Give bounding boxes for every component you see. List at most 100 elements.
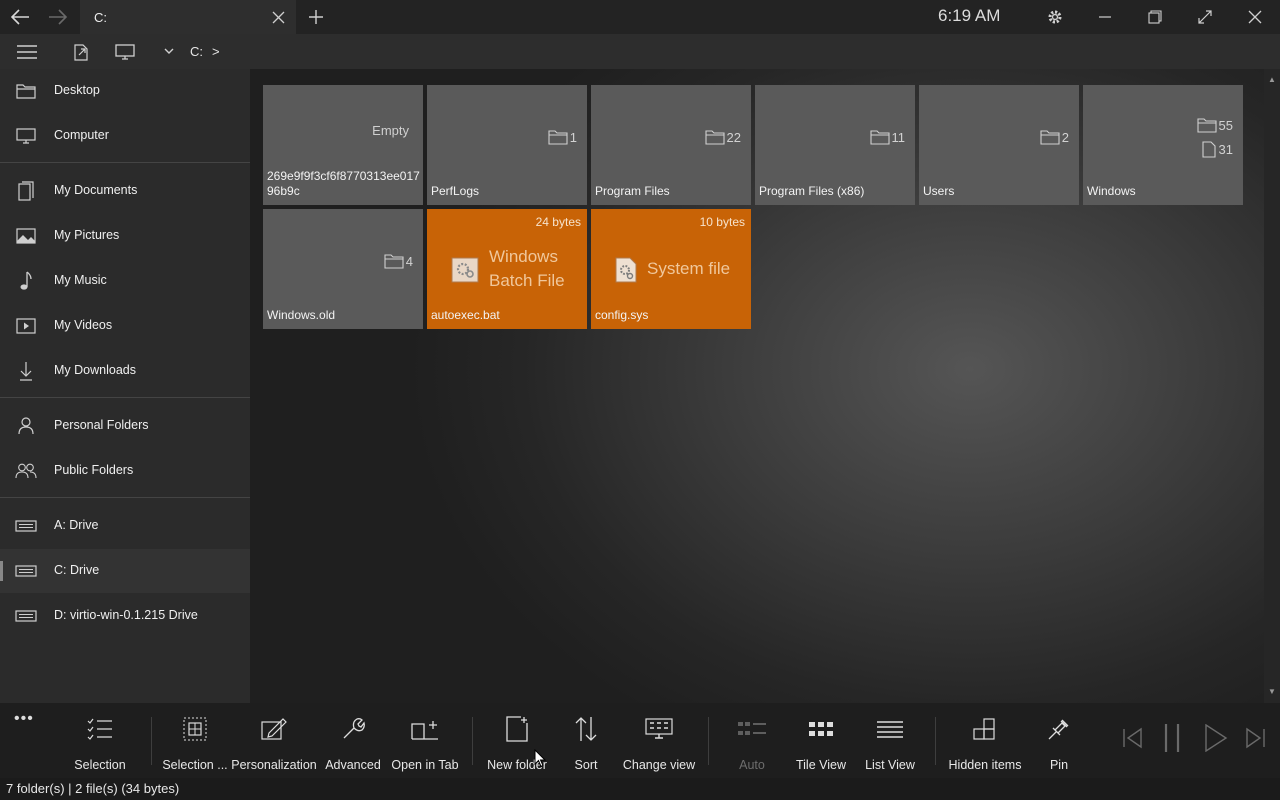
auto-view-label: Auto (739, 758, 765, 772)
change-view-button[interactable]: Change view (620, 703, 698, 778)
close-tab-icon[interactable] (260, 0, 296, 34)
sidebar-item-public-folders[interactable]: Public Folders (0, 449, 250, 493)
personalization-label: Personalization (231, 758, 317, 772)
hidden-items-button[interactable]: Hidden items (946, 703, 1024, 778)
folder-icon (384, 254, 404, 269)
play-icon[interactable] (1196, 723, 1236, 753)
folder-tile[interactable]: 4 Windows.old (263, 209, 423, 329)
appbar-divider (708, 717, 709, 765)
tile-name: Windows.old (267, 308, 336, 322)
sidebar-item-my-pictures[interactable]: My Pictures (0, 214, 250, 258)
chevron-down-icon[interactable] (152, 34, 186, 69)
wrench-icon (338, 716, 368, 742)
minimize-icon[interactable] (1085, 0, 1125, 34)
open-location-icon[interactable] (64, 34, 98, 69)
computer-nav-icon[interactable] (108, 34, 142, 69)
breadcrumb-drive[interactable]: C: (190, 44, 203, 59)
pin-button[interactable]: Pin (1036, 703, 1082, 778)
tile-view-label: Tile View (795, 758, 847, 772)
tile-name: 269e9f9f3cf6f8770313ee01796b9c (267, 169, 420, 198)
folder-icon (548, 130, 568, 145)
file-tile[interactable]: 24 bytes Windows Batch File autoexec.bat (427, 209, 587, 329)
folder-tile[interactable]: 11 Program Files (x86) (755, 85, 915, 205)
auto-view-button[interactable]: Auto (726, 703, 778, 778)
sidebar-item-label: C: Drive (54, 563, 100, 577)
batch-file-icon (451, 257, 479, 283)
sidebar-item-personal-folders[interactable]: Personal Folders (0, 404, 250, 448)
settings-icon[interactable] (1035, 0, 1075, 34)
sidebar-item-a-drive[interactable]: A: Drive (0, 504, 250, 548)
selection-grid-icon (180, 716, 210, 742)
system-file-icon (615, 257, 637, 283)
close-window-icon[interactable] (1235, 0, 1275, 34)
new-folder-icon (502, 716, 532, 742)
forward-icon[interactable] (38, 0, 78, 34)
sidebar-item-d-drive[interactable]: D: virtio-win-0.1.215 Drive (0, 594, 250, 638)
folder-tile[interactable]: 2 Users (919, 85, 1079, 205)
tab-c-drive[interactable]: C: (80, 0, 296, 34)
sidebar-item-my-videos[interactable]: My Videos (0, 304, 250, 348)
new-tab-icon[interactable] (296, 0, 336, 34)
sidebar-item-label: Public Folders (54, 463, 134, 477)
tile-name: Program Files (x86) (759, 184, 865, 198)
folder-icon (704, 130, 725, 145)
file-grid: Empty 269e9f9f3cf6f8770313ee01796b9c 1 P… (250, 69, 1280, 703)
folder-count: 4 (384, 254, 413, 269)
skip-next-icon[interactable] (1236, 723, 1276, 753)
tile-name: Program Files (595, 184, 670, 198)
open-in-tab-button[interactable]: Open in Tab (390, 703, 460, 778)
folder-tile[interactable]: 22 Program Files (591, 85, 751, 205)
folder-tile[interactable]: Empty 269e9f9f3cf6f8770313ee01796b9c (263, 85, 423, 205)
sort-button[interactable]: Sort (561, 703, 611, 778)
sidebar-item-my-downloads[interactable]: My Downloads (0, 349, 250, 393)
scrollbar[interactable]: ▲ ▼ (1264, 69, 1280, 703)
folder-count: 55 (1196, 118, 1233, 133)
folder-tile[interactable]: 55 31 Windows (1083, 85, 1243, 205)
advanced-button[interactable]: Advanced (323, 703, 383, 778)
file-count: 31 (1201, 141, 1233, 158)
change-view-label: Change view (622, 758, 696, 772)
restore-icon[interactable] (1135, 0, 1175, 34)
tile-view-button[interactable]: Tile View (790, 703, 852, 778)
pictures-icon (14, 224, 38, 248)
sidebar-item-c-drive[interactable]: C: Drive (0, 549, 250, 593)
sidebar-item-computer[interactable]: Computer (0, 114, 250, 158)
selection-mode-button[interactable]: Selection ... (160, 703, 230, 778)
scroll-down-icon[interactable]: ▼ (1264, 683, 1280, 699)
selection-mode-label: Selection ... (162, 758, 228, 772)
tab-title: C: (94, 10, 107, 25)
hamburger-menu-icon[interactable] (10, 34, 44, 69)
list-view-icon (875, 716, 905, 742)
folder-tile[interactable]: 1 PerfLogs (427, 85, 587, 205)
file-tile[interactable]: 10 bytes System file config.sys (591, 209, 751, 329)
folder-count-value: 11 (891, 130, 906, 145)
videos-icon (14, 314, 38, 338)
open-in-tab-icon (410, 716, 440, 742)
auto-view-icon (737, 716, 767, 742)
sidebar-item-my-music[interactable]: My Music (0, 259, 250, 303)
scroll-up-icon[interactable]: ▲ (1264, 71, 1280, 87)
more-options-icon[interactable]: ••• (14, 710, 34, 728)
pause-icon[interactable] (1152, 723, 1192, 753)
status-text: 7 folder(s) | 2 file(s) (34 bytes) (6, 781, 180, 796)
sidebar-item-my-documents[interactable]: My Documents (0, 169, 250, 213)
sidebar-item-label: My Pictures (54, 228, 120, 242)
selection-button[interactable]: Selection (70, 703, 130, 778)
drive-icon (14, 559, 38, 583)
sidebar-divider (0, 497, 250, 498)
skip-previous-icon[interactable] (1112, 723, 1152, 753)
back-icon[interactable] (0, 0, 40, 34)
file-type-label: Windows (489, 247, 558, 266)
fullscreen-icon[interactable] (1185, 0, 1225, 34)
file-type-label: Batch File (489, 271, 565, 290)
sidebar-divider (0, 397, 250, 398)
list-view-button[interactable]: List View (860, 703, 920, 778)
sidebar-item-label: My Documents (54, 183, 138, 197)
breadcrumb-separator[interactable]: > (212, 44, 220, 59)
sidebar-item-desktop[interactable]: Desktop (0, 69, 250, 113)
desktop-folder-icon (14, 79, 38, 103)
sidebar-item-label: My Music (54, 273, 107, 287)
folder-count-value: 55 (1218, 118, 1233, 133)
personalization-button[interactable]: Personalization (231, 703, 317, 778)
file-size: 10 bytes (699, 215, 745, 229)
